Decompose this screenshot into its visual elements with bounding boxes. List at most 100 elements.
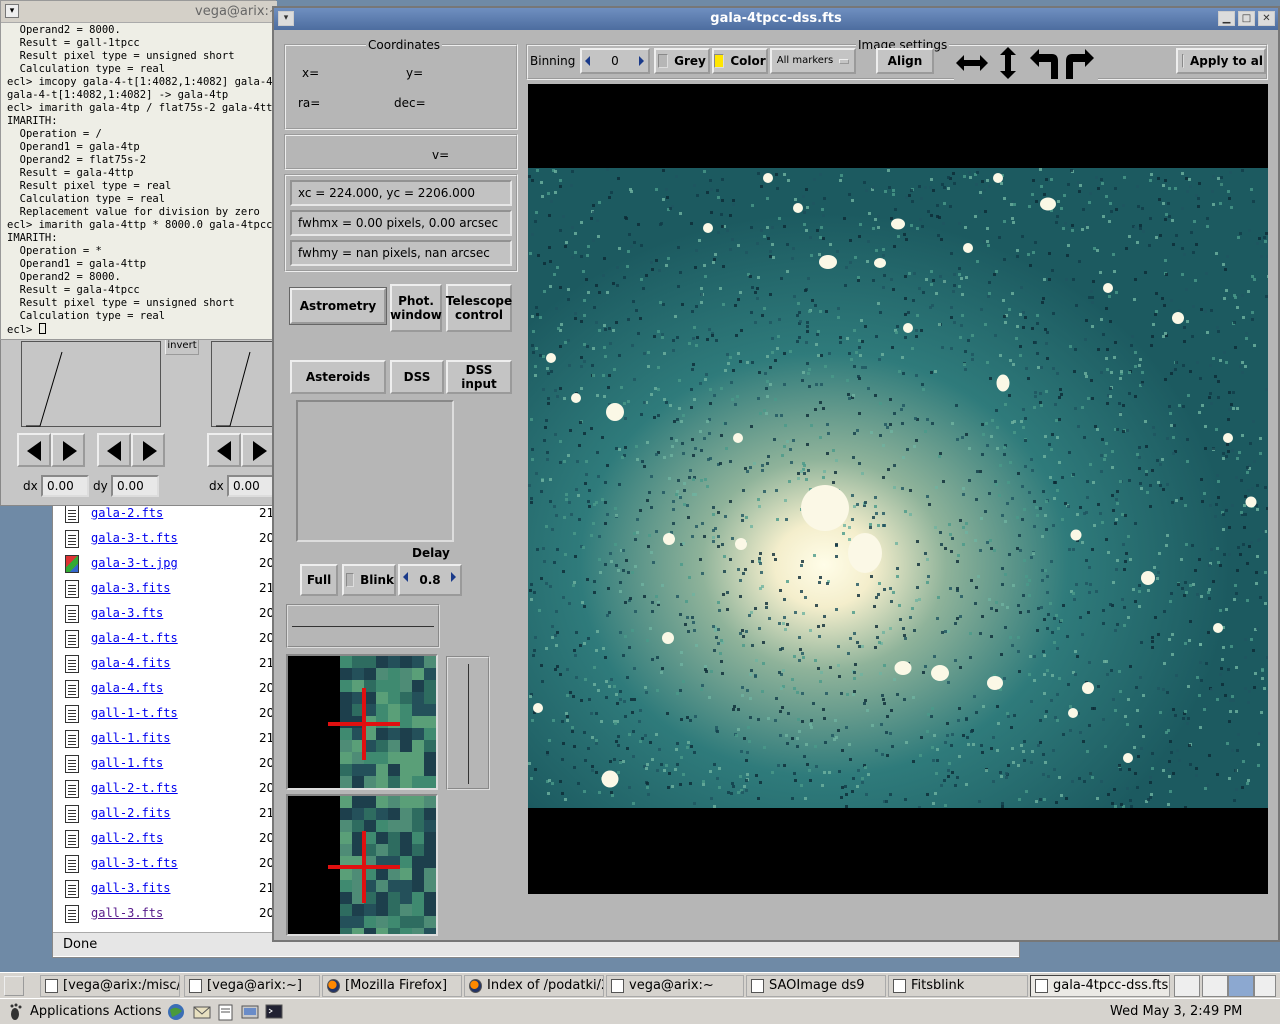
terminal-launcher-icon[interactable] bbox=[264, 1003, 284, 1021]
shift-right-button[interactable] bbox=[51, 433, 85, 467]
color-toggle[interactable]: Color bbox=[712, 48, 768, 74]
asteroids-button[interactable]: Asteroids bbox=[290, 360, 386, 394]
flip-horizontal-icon[interactable] bbox=[954, 46, 990, 80]
histogram-left[interactable] bbox=[21, 341, 161, 427]
list-item[interactable]: gall-2.fts 20 bbox=[63, 828, 274, 853]
applications-menu[interactable]: Applications bbox=[30, 1004, 109, 1019]
file-link[interactable]: gala-3-t.jpg bbox=[91, 556, 178, 570]
list-item[interactable]: gall-1.fits 21 bbox=[63, 728, 274, 753]
dx2-field[interactable]: 0.00 bbox=[227, 475, 275, 497]
binning-decrease-icon[interactable] bbox=[582, 50, 594, 72]
list-item[interactable]: gala-3.fits 21 bbox=[63, 578, 274, 603]
binning-value[interactable]: 0 bbox=[611, 54, 619, 68]
file-link[interactable]: gall-1.fts bbox=[91, 756, 163, 770]
dy-field[interactable]: 0.00 bbox=[111, 475, 159, 497]
shift-right-button-3[interactable] bbox=[241, 433, 275, 467]
taskbar-button[interactable]: Index of /podatki/20 bbox=[464, 975, 604, 997]
rotate-right-icon[interactable] bbox=[1062, 46, 1098, 80]
blink-checkbox[interactable] bbox=[346, 573, 355, 587]
sky-image[interactable] bbox=[528, 168, 1268, 808]
delay-decrease-icon[interactable] bbox=[400, 566, 412, 594]
gnome-foot-icon[interactable] bbox=[6, 1003, 26, 1021]
file-link[interactable]: gala-3-t.fts bbox=[91, 531, 178, 545]
astrometry-button[interactable]: Astrometry bbox=[289, 287, 387, 325]
mail-launcher-icon[interactable] bbox=[192, 1003, 212, 1021]
shift-left-button[interactable] bbox=[17, 433, 51, 467]
file-link[interactable]: gala-4.fits bbox=[91, 656, 170, 670]
file-link[interactable]: gall-3.fts bbox=[91, 906, 163, 920]
list-item[interactable]: gala-2.fts 21 bbox=[63, 503, 274, 528]
list-item[interactable]: gall-1.fts 20 bbox=[63, 753, 274, 778]
taskbar-button[interactable]: SAOImage ds9 bbox=[746, 975, 886, 997]
list-item[interactable]: gala-3-t.fts 20 bbox=[63, 528, 274, 553]
list-item[interactable]: gall-3.fts 20 bbox=[63, 903, 274, 928]
grey-toggle[interactable]: Grey bbox=[654, 48, 710, 74]
telescope-control-button[interactable]: Telescope control bbox=[446, 284, 512, 332]
binning-spinbox[interactable]: 0 bbox=[580, 48, 650, 74]
blink-button[interactable]: Blink bbox=[342, 564, 396, 596]
delay-spinbox[interactable]: 0.8 bbox=[398, 564, 462, 596]
taskbar-button[interactable]: Fitsblink bbox=[888, 975, 1028, 997]
dx-field[interactable]: 0.00 bbox=[41, 475, 89, 497]
list-item[interactable]: gall-1-t.fts 20 bbox=[63, 703, 274, 728]
dss-input-button[interactable]: DSS input bbox=[446, 360, 512, 394]
terminal-window[interactable]: ▾ vega@arix:~ Operand2 = 8000. Result = … bbox=[0, 0, 280, 340]
taskbar-button[interactable]: [vega@arix:/misc/a bbox=[40, 975, 180, 997]
clock[interactable]: Wed May 3, 2:49 PM bbox=[1110, 1004, 1242, 1019]
workspace-2[interactable] bbox=[1202, 975, 1228, 997]
list-item[interactable]: gala-3.fts 20 bbox=[63, 603, 274, 628]
list-item[interactable]: gall-2-t.fts 20 bbox=[63, 778, 274, 803]
show-desktop-icon[interactable] bbox=[4, 976, 24, 996]
shift-left-button-3[interactable] bbox=[207, 433, 241, 467]
list-item[interactable]: gall-2.fits 21 bbox=[63, 803, 274, 828]
apply-to-all-checkbox[interactable] bbox=[1182, 54, 1184, 68]
taskbar-button[interactable]: [Mozilla Firefox] bbox=[322, 975, 462, 997]
zoom-thumbnail-2[interactable] bbox=[286, 794, 438, 936]
minimize-icon[interactable]: ▁ bbox=[1218, 11, 1235, 26]
actions-menu[interactable]: Actions bbox=[114, 1004, 162, 1019]
blink-slider[interactable] bbox=[286, 604, 440, 648]
delay-increase-icon[interactable] bbox=[448, 566, 460, 594]
list-item[interactable]: gall-3.fits 21 bbox=[63, 878, 274, 903]
grey-checkbox[interactable] bbox=[658, 54, 669, 68]
editor-launcher-icon[interactable] bbox=[216, 1003, 236, 1021]
terminal-titlebar[interactable]: ▾ vega@arix:~ bbox=[1, 1, 280, 23]
delay-value[interactable]: 0.8 bbox=[419, 573, 440, 587]
browser-launcher-icon[interactable] bbox=[166, 1003, 186, 1021]
invert-button[interactable]: invert bbox=[165, 339, 199, 355]
file-link[interactable]: gall-1.fits bbox=[91, 731, 170, 745]
flip-vertical-icon[interactable] bbox=[990, 46, 1026, 80]
binning-increase-icon[interactable] bbox=[636, 50, 648, 72]
list-item[interactable]: gala-4.fits 21 bbox=[63, 653, 274, 678]
list-item[interactable]: gala-4-t.fts 20 bbox=[63, 628, 274, 653]
file-link[interactable]: gall-1-t.fts bbox=[91, 706, 178, 720]
filemanager-launcher-icon[interactable] bbox=[240, 1003, 260, 1021]
align-button[interactable]: Align bbox=[876, 48, 934, 74]
window-menu-icon[interactable]: ▾ bbox=[5, 4, 19, 18]
vertical-slider[interactable] bbox=[446, 656, 490, 790]
workspace-1[interactable] bbox=[1174, 975, 1200, 997]
markers-dropdown[interactable]: All markers bbox=[770, 48, 856, 74]
file-link[interactable]: gala-2.fts bbox=[91, 506, 163, 520]
phot-window-button[interactable]: Phot. window bbox=[390, 284, 442, 332]
file-link[interactable]: gall-3-t.fts bbox=[91, 856, 178, 870]
full-button[interactable]: Full bbox=[300, 564, 338, 596]
terminal-output[interactable]: Operand2 = 8000. Result = gall-1tpcc Res… bbox=[7, 24, 275, 338]
fits-titlebar[interactable]: ▾ gala-4tpcc-dss.fts ▁ □ ✕ bbox=[274, 8, 1278, 30]
list-item[interactable]: gall-3-t.fts 20 bbox=[63, 853, 274, 878]
apply-to-all-toggle[interactable]: Apply to all bbox=[1176, 48, 1266, 74]
list-item[interactable]: gala-4.fts 20 bbox=[63, 678, 274, 703]
close-icon[interactable]: ✕ bbox=[1258, 11, 1275, 26]
workspace-3[interactable] bbox=[1228, 975, 1254, 997]
color-checkbox[interactable] bbox=[714, 54, 725, 68]
workspace-4[interactable] bbox=[1254, 975, 1276, 997]
shift-left-button-2[interactable] bbox=[97, 433, 131, 467]
file-link[interactable]: gala-3.fts bbox=[91, 606, 163, 620]
taskbar-button[interactable]: gala-4tpcc-dss.fts bbox=[1030, 975, 1170, 997]
taskbar-button[interactable]: vega@arix:~ bbox=[606, 975, 744, 997]
rotate-left-icon[interactable] bbox=[1026, 46, 1062, 80]
file-link[interactable]: gall-3.fits bbox=[91, 881, 170, 895]
file-link[interactable]: gala-4.fts bbox=[91, 681, 163, 695]
dss-button[interactable]: DSS bbox=[390, 360, 444, 394]
file-link[interactable]: gall-2.fits bbox=[91, 806, 170, 820]
